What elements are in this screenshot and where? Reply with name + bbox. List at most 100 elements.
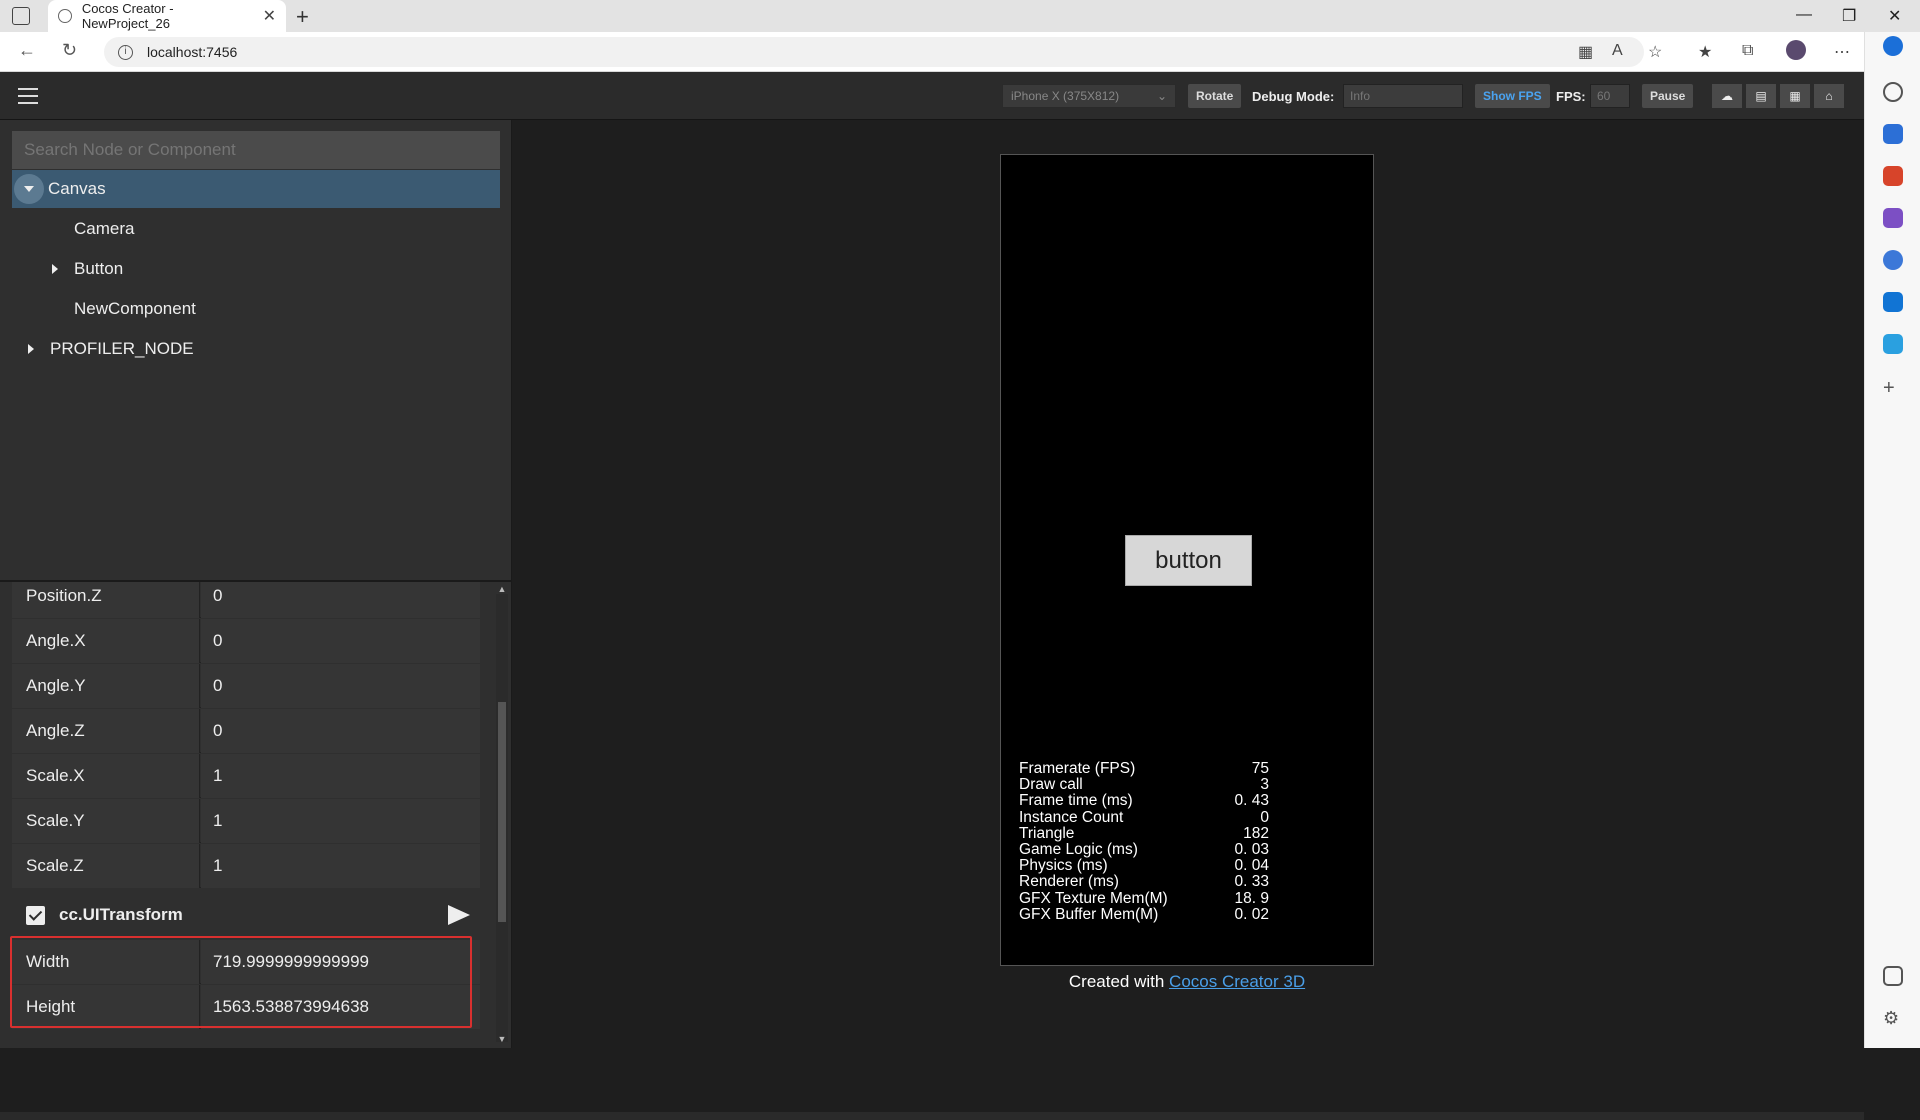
browser-tab[interactable]: Cocos Creator - NewProject_26 ✕ (48, 0, 286, 32)
prop-row-angle-y: Angle.Y 0 (12, 664, 480, 708)
prop-value-input[interactable]: 719.9999999999999 (201, 940, 480, 984)
fps-input[interactable]: 60 (1590, 84, 1630, 108)
url-field[interactable]: i localhost:7456 (104, 37, 1644, 67)
more-icon[interactable]: ⋯ (1834, 42, 1850, 62)
search-icon[interactable] (1883, 82, 1903, 102)
info-icon[interactable]: i (118, 44, 133, 60)
prop-value-input[interactable]: 1 (201, 754, 480, 798)
chat-icon[interactable]: ▤ (1746, 84, 1776, 108)
add-icon[interactable]: + (1883, 378, 1903, 398)
prop-value-input[interactable]: 0 (201, 664, 480, 708)
component-header: cc.UITransform (12, 891, 480, 939)
stat-name: Framerate (FPS) (1019, 760, 1136, 777)
bing-icon[interactable] (1883, 36, 1903, 56)
back-icon[interactable]: ← (18, 40, 36, 61)
profile-avatar[interactable] (1786, 40, 1806, 60)
tree-node-newcomponent[interactable]: NewComponent (12, 290, 500, 328)
device-select[interactable]: iPhone X (375X812) ⌄ (1002, 84, 1176, 108)
stat-value: 3 (1260, 776, 1269, 794)
prop-value-input[interactable]: 0 (201, 619, 480, 663)
send-icon[interactable] (448, 905, 470, 925)
tree-node-label: Canvas (48, 179, 106, 198)
cocos-link[interactable]: Cocos Creator 3D (1169, 972, 1305, 991)
tree-node-camera[interactable]: Camera (12, 210, 500, 248)
stat-name: Instance Count (1019, 808, 1124, 826)
prop-row-scale-x: Scale.X 1 (12, 754, 480, 798)
prop-value-input[interactable]: 0 (201, 709, 480, 753)
scroll-up-icon[interactable]: ▲ (497, 584, 507, 594)
device-select-value: iPhone X (375X812) (1011, 89, 1120, 103)
stat-row: Frame time (ms) 0. 43 (1019, 793, 1269, 809)
stat-value: 75 (1251, 760, 1269, 777)
cloud-icon[interactable]: ☁ (1712, 84, 1742, 108)
preview-toolbar: iPhone X (375X812) ⌄ Rotate Debug Mode: … (0, 72, 1864, 120)
prop-value-input[interactable]: 1563.538873994638 (201, 985, 480, 1029)
outlook-icon[interactable] (1883, 292, 1903, 312)
settings-gear-icon[interactable]: ⚙ (1883, 1008, 1903, 1028)
menu-icon[interactable] (18, 88, 38, 104)
debug-mode-select[interactable]: Info (1343, 84, 1463, 108)
app-available-icon[interactable]: ▦ (1578, 42, 1593, 62)
grid-icon[interactable]: ▦ (1780, 84, 1810, 108)
stat-name: GFX Texture Mem(M) (1019, 889, 1168, 907)
rotate-button[interactable]: Rotate (1188, 84, 1242, 108)
collections-icon[interactable]: ⧉ (1742, 42, 1753, 60)
stat-name: Physics (ms) (1019, 857, 1108, 875)
stat-value: 0. 33 (1234, 873, 1269, 891)
tree-node-button[interactable]: Button (12, 250, 500, 288)
stat-row: Framerate (FPS) 75 (1019, 760, 1269, 777)
prop-value-input[interactable]: 0 (201, 582, 480, 618)
favorites-icon[interactable]: ★ (1698, 42, 1712, 62)
drop-icon[interactable] (1883, 334, 1903, 354)
restore-icon[interactable]: ❐ (1842, 6, 1856, 26)
prop-row-angle-z: Angle.Z 0 (12, 709, 480, 753)
games-icon[interactable] (1883, 208, 1903, 228)
profiler-stats: Framerate (FPS) 75 Draw call 3 Frame time … (1019, 760, 1269, 923)
tree-node-profiler[interactable]: PROFILER_NODE (12, 330, 500, 368)
prop-label: Angle.Z (12, 709, 200, 753)
stat-row: Renderer (ms) 0. 33 (1019, 874, 1269, 890)
tree-node-canvas[interactable]: Canvas (12, 170, 500, 208)
read-aloud-icon[interactable]: A (1612, 42, 1623, 60)
pause-button[interactable]: Pause (1642, 84, 1694, 108)
minimize-icon[interactable]: — (1796, 6, 1812, 24)
shopping-icon[interactable] (1883, 124, 1903, 144)
stat-name: Triangle (1019, 824, 1075, 842)
home-icon[interactable]: ⌂ (1814, 84, 1844, 108)
component-title: cc.UITransform (59, 905, 183, 924)
tab-actions-icon[interactable] (12, 7, 30, 25)
status-strip (0, 1112, 1864, 1120)
address-bar: ← ↻ i localhost:7456 ▦ A ☆ ★ ⧉ ⋯ (0, 32, 1920, 72)
scrollbar-thumb[interactable] (498, 702, 506, 922)
search-node-input[interactable] (12, 131, 500, 169)
stat-row: GFX Buffer Mem(M) 0. 02 (1019, 906, 1269, 923)
expand-icon[interactable] (52, 264, 58, 274)
component-enabled-checkbox[interactable] (26, 906, 45, 925)
game-canvas[interactable]: button Framerate (FPS) 75 Draw call 3 Fram… (1000, 154, 1374, 966)
game-button[interactable]: button (1125, 535, 1252, 586)
prop-row-angle-x: Angle.X 0 (12, 619, 480, 663)
close-window-icon[interactable]: ✕ (1888, 6, 1901, 26)
prop-value-input[interactable]: 1 (201, 844, 480, 888)
stat-value: 0. 04 (1234, 857, 1269, 875)
prop-value-input[interactable]: 1 (201, 799, 480, 843)
scroll-down-icon[interactable]: ▼ (497, 1034, 507, 1044)
browser-tab-bar: Cocos Creator - NewProject_26 ✕ + — ❐ ✕ (0, 0, 1920, 32)
expand-icon[interactable] (28, 344, 34, 354)
collapse-icon[interactable] (14, 174, 44, 204)
add-favorite-icon[interactable]: ☆ (1648, 42, 1662, 62)
prop-label: Width (12, 940, 200, 984)
microsoft365-icon[interactable] (1883, 250, 1903, 270)
tools-icon[interactable] (1883, 166, 1903, 186)
stat-row: Instance Count 0 (1019, 808, 1269, 826)
properties-panel: Position.Z 0 Angle.X 0 Angle.Y 0 Angle.Z… (0, 580, 512, 1048)
close-tab-icon[interactable]: ✕ (263, 6, 276, 26)
sidebar-toggle-icon[interactable] (1883, 966, 1903, 986)
tab-title: Cocos Creator - NewProject_26 (81, 1, 174, 31)
prop-row-height: Height 1563.538873994638 (12, 985, 480, 1029)
refresh-icon[interactable]: ↻ (62, 40, 77, 61)
prop-label: Scale.Y (12, 799, 200, 843)
show-fps-button[interactable]: Show FPS (1475, 84, 1550, 108)
new-tab-icon[interactable]: + (296, 4, 309, 30)
stat-name: Renderer (ms) (1019, 873, 1119, 891)
